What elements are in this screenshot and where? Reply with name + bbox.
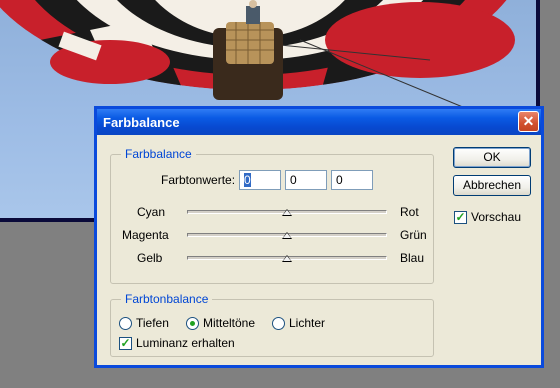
tone-balance-legend: Farbtonbalance: [121, 292, 213, 306]
tone-values-label: Farbtonwerte:: [161, 173, 236, 187]
close-button[interactable]: ✕: [518, 111, 539, 132]
color-balance-legend: Farbbalance: [121, 147, 196, 161]
close-icon: ✕: [522, 113, 535, 129]
ok-button[interactable]: OK: [453, 147, 531, 168]
highlights-label[interactable]: Lichter: [289, 316, 325, 330]
shadows-label[interactable]: Tiefen: [136, 316, 169, 330]
red-label: Rot: [400, 205, 419, 219]
cancel-button[interactable]: Abbrechen: [453, 175, 531, 196]
color-balance-group: Farbbalance Farbtonwerte: 0 0 0 Cyan Rot…: [110, 147, 434, 284]
preserve-luminosity-label[interactable]: Luminanz erhalten: [136, 336, 235, 350]
midtones-radio[interactable]: [186, 317, 199, 330]
preview-checkbox[interactable]: ✓: [454, 211, 467, 224]
yellow-label: Gelb: [137, 251, 163, 265]
green-label: Grün: [400, 228, 427, 242]
magenta-label: Magenta: [122, 228, 169, 242]
tone-value-input-1[interactable]: 0: [239, 170, 281, 190]
tone-balance-group: Farbtonbalance Tiefen Mitteltöne Lichter…: [110, 292, 434, 357]
preserve-luminosity-checkbox[interactable]: ✓: [119, 337, 132, 350]
yellow-blue-slider-thumb[interactable]: [282, 255, 292, 262]
tone-value-input-3[interactable]: 0: [331, 170, 373, 190]
dialog-titlebar[interactable]: Farbbalance ✕: [97, 109, 541, 135]
blue-label: Blau: [400, 251, 425, 265]
color-balance-dialog: Farbbalance ✕ Farbbalance Farbtonwerte: …: [94, 106, 544, 368]
midtones-label[interactable]: Mitteltöne: [203, 316, 255, 330]
cyan-label: Cyan: [137, 205, 166, 219]
shadows-radio[interactable]: [119, 317, 132, 330]
preview-label[interactable]: Vorschau: [471, 210, 521, 224]
magenta-green-slider-thumb[interactable]: [282, 232, 292, 239]
dialog-title: Farbbalance: [103, 115, 180, 130]
cyan-red-slider-thumb[interactable]: [282, 209, 292, 216]
highlights-radio[interactable]: [272, 317, 285, 330]
tone-value-input-2[interactable]: 0: [285, 170, 327, 190]
checkmark-icon: ✓: [120, 336, 131, 350]
checkmark-icon: ✓: [455, 210, 466, 224]
